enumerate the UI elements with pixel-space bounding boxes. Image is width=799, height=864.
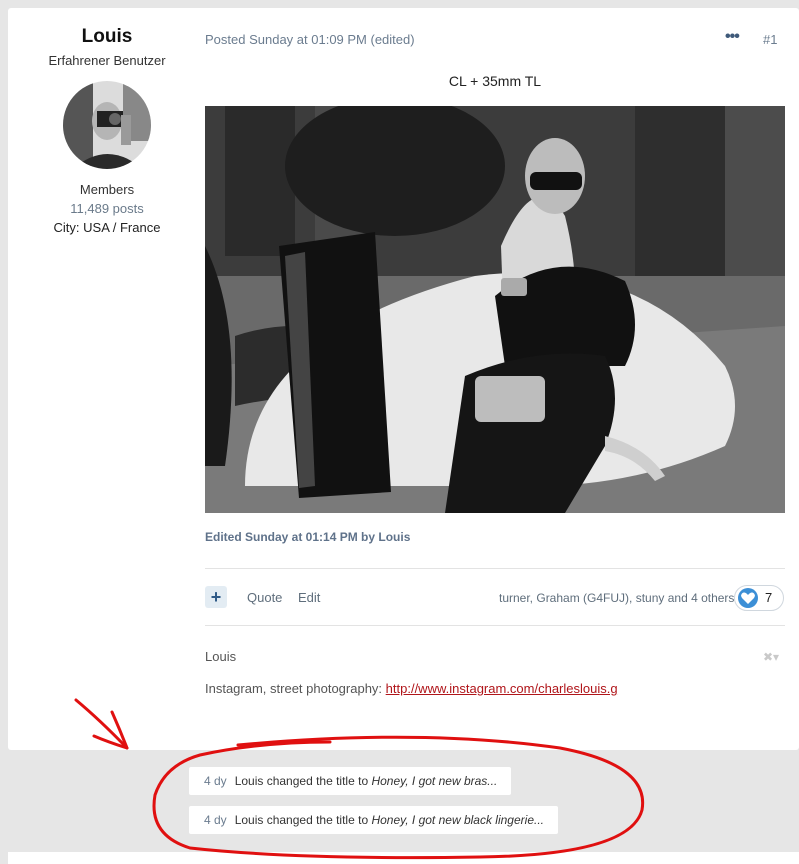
event-new-title: Honey, I got new bras... <box>371 774 498 788</box>
author-panel: Louis Erfahrener Benutzer Members 11,489… <box>8 8 206 235</box>
next-post-card <box>8 852 799 864</box>
event-time[interactable]: 4 dy <box>204 774 227 788</box>
event-time[interactable]: 4 dy <box>204 813 227 827</box>
event-text: Louis changed the title to <box>234 774 372 788</box>
divider <box>205 568 785 569</box>
author-rank: Erfahrener Benutzer <box>48 53 166 68</box>
add-reaction-button[interactable]: + <box>205 586 227 608</box>
post-number-link[interactable]: #1 <box>763 32 777 47</box>
event-text: Louis changed the title to <box>234 813 372 827</box>
avatar[interactable] <box>63 81 151 169</box>
reacted-users-link[interactable]: turner, Graham (G4FUJ), stuny and 4 othe… <box>499 591 734 605</box>
title-change-event: 4 dy Louis changed the title to Honey, I … <box>189 806 558 834</box>
hide-signature-icon[interactable]: ✖▾ <box>763 650 779 664</box>
author-post-count: 11,489 posts <box>70 201 144 216</box>
signature-text: Instagram, street photography: http://ww… <box>205 681 618 696</box>
edited-note: Edited Sunday at 01:14 PM by Louis <box>205 530 411 544</box>
post-title: CL + 35mm TL <box>448 73 542 89</box>
post-meta: Posted Sunday at 01:09 PM (edited) <box>205 32 415 47</box>
divider <box>205 625 785 626</box>
reaction-count: 7 <box>765 590 773 605</box>
post-photo[interactable] <box>205 106 785 513</box>
post-card: Louis Erfahrener Benutzer Members 11,489… <box>8 8 799 750</box>
author-city: City: USA / France <box>53 220 161 235</box>
signature-name: Louis <box>205 649 237 664</box>
instagram-link[interactable]: http://www.instagram.com/charleslouis.g <box>386 681 618 696</box>
edit-button[interactable]: Edit <box>298 590 320 605</box>
quote-button[interactable]: Quote <box>247 590 282 605</box>
reaction-count-badge[interactable]: 7 <box>734 585 784 611</box>
signature-label: Instagram, street photography: <box>205 681 386 696</box>
title-change-event: 4 dy Louis changed the title to Honey, I … <box>189 767 512 795</box>
annotation-circle <box>152 735 645 860</box>
heart-icon <box>738 588 758 608</box>
author-name[interactable]: Louis <box>8 26 206 48</box>
event-new-title: Honey, I got new black lingerie... <box>371 813 544 827</box>
author-group: Members <box>79 182 135 197</box>
more-options-icon[interactable]: ••• <box>725 29 740 45</box>
